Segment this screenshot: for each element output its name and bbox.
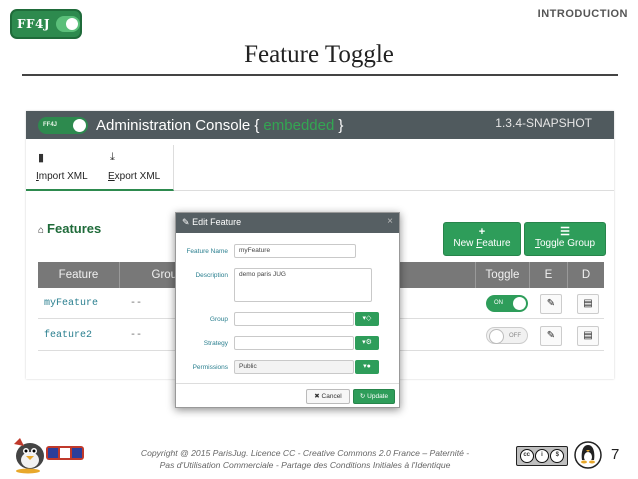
file-icon: ▮ (38, 152, 45, 164)
feature-group: -- (130, 330, 143, 341)
edit-feature-modal: ✎ Edit Feature × Feature Name myFeature … (175, 212, 400, 408)
edit-pencil-icon[interactable]: ✎ (540, 294, 562, 314)
tabs-bar: ▮ Import XML ⤓ Export XML (26, 145, 614, 191)
tab-import-xml[interactable]: ▮ Import XML (26, 145, 98, 191)
update-button[interactable]: ↻ Update (353, 389, 395, 404)
close-icon[interactable]: × (387, 216, 393, 227)
edit-icon: ✎ (182, 217, 190, 227)
plus-icon: + (478, 226, 486, 238)
section-label: INTRODUCTION (537, 8, 628, 20)
col-feature[interactable]: Feature (38, 262, 120, 288)
console-title-close: } (338, 116, 344, 134)
feature-group: -- (130, 298, 143, 309)
new-feature-button[interactable]: + New Feature (443, 222, 521, 256)
toggle-group-button[interactable]: ☰ Toggle Group (524, 222, 606, 256)
strategy-gear-icon[interactable]: ▾⚙ (355, 336, 379, 350)
permissions-user-icon[interactable]: ▾● (355, 360, 379, 374)
list-icon: ☰ (560, 226, 570, 238)
copyright-notice: Copyright @ 2015 ParisJug. Licence CC - … (140, 448, 470, 470)
description-textarea[interactable]: demo paris JUG (234, 268, 372, 302)
logo-switch-icon (56, 16, 80, 32)
modal-header: ✎ Edit Feature × (176, 213, 399, 233)
feature-name-input[interactable]: myFeature (234, 244, 356, 258)
logo-text: FF4J (17, 17, 51, 31)
console-mode: embedded (263, 116, 335, 134)
ff4j-logo: FF4J (10, 9, 82, 39)
col-edit[interactable]: E (530, 262, 568, 288)
tux-penguin-icon (574, 441, 602, 469)
console-title: Administration Console { (96, 116, 260, 134)
strategy-label: Strategy (203, 340, 228, 347)
feature-name-link[interactable]: myFeature (44, 288, 98, 319)
col-toggle[interactable]: Toggle (476, 262, 530, 288)
group-label: Group (209, 316, 228, 323)
toggle-switch-on[interactable]: ON (486, 295, 528, 312)
tab-export-xml[interactable]: ⤓ Export XML (98, 145, 174, 191)
features-heading: ⌂ Features (38, 221, 102, 236)
modal-divider (176, 383, 399, 384)
refresh-icon: ↻ (359, 393, 366, 400)
delete-trash-icon[interactable]: ▤ (577, 294, 599, 314)
x-icon: ✖ (314, 393, 320, 400)
col-delete[interactable]: D (568, 262, 604, 288)
home-icon: ⌂ (38, 225, 45, 236)
modal-title: Edit Feature (192, 217, 242, 227)
version-label: 1.3.4-SNAPSHOT (495, 116, 592, 130)
toggle-switch-off[interactable]: OFF (486, 327, 528, 344)
title-divider (22, 74, 618, 76)
edit-pencil-icon[interactable]: ✎ (540, 326, 562, 346)
strategy-input[interactable] (234, 336, 354, 350)
page-number: 7 (611, 446, 620, 463)
creative-commons-badge-icon: cc i $ (516, 446, 568, 466)
cancel-button[interactable]: ✖ Cancel (306, 389, 350, 404)
permissions-label: Permissions (192, 364, 228, 371)
permissions-input[interactable]: Public (234, 360, 354, 374)
feature-name-link[interactable]: feature2 (44, 320, 92, 351)
group-select-icon[interactable]: ▾◇ (355, 312, 379, 326)
group-input[interactable] (234, 312, 354, 326)
ff4j-toggle-icon: FF4J (38, 116, 88, 134)
console-topbar: FF4J Administration Console { embedded }… (26, 111, 614, 139)
parisjug-mascot-logo (14, 438, 84, 474)
slide-title: Feature Toggle (244, 41, 394, 68)
feature-name-label: Feature Name (186, 248, 228, 255)
description-label: Description (195, 272, 228, 279)
download-icon: ⤓ (110, 151, 115, 163)
delete-trash-icon[interactable]: ▤ (577, 326, 599, 346)
